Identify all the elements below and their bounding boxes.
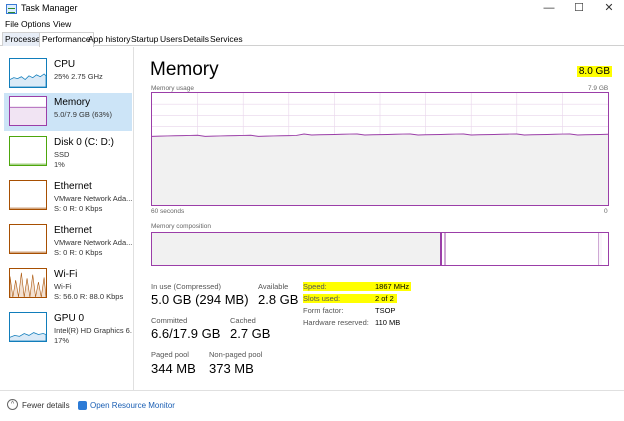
menu-view[interactable]: View xyxy=(53,19,71,29)
sidebar-item-detail: VMware Network Ada... xyxy=(54,238,132,247)
cached-label: Cached xyxy=(230,316,256,325)
tab-app-history[interactable]: App history xyxy=(86,33,133,46)
speed-label: Speed: xyxy=(303,282,375,291)
sidebar-item-ethernet-2[interactable]: Ethernet VMware Network Ada... S: 0 R: 0… xyxy=(4,221,132,259)
window-title: Task Manager xyxy=(21,3,78,13)
in-use-value: 5.0 GB (294 MB) xyxy=(151,292,249,307)
menu-bar: File Options View xyxy=(0,18,624,32)
hardware-reserved-value: 110 MB xyxy=(375,318,401,327)
time-axis-end: 0 xyxy=(604,208,608,215)
paged-pool-value: 344 MB xyxy=(151,361,196,376)
form-factor-value: TSOP xyxy=(375,306,396,315)
wifi-thumbnail-graph xyxy=(9,268,47,298)
composition-in-use xyxy=(152,233,442,265)
resource-list: CPU 25% 2.75 GHz Memory 5.0/7.9 GB (63%)… xyxy=(0,47,134,390)
non-paged-pool-value: 373 MB xyxy=(209,361,254,376)
tab-details[interactable]: Details xyxy=(181,33,211,46)
sidebar-item-detail: 1% xyxy=(54,160,65,169)
available-value: 2.8 GB xyxy=(258,292,299,307)
paged-pool-label: Paged pool xyxy=(151,350,189,359)
sidebar-item-label: Memory xyxy=(54,97,91,108)
minimize-button[interactable]: — xyxy=(534,0,564,18)
sidebar-item-label: CPU xyxy=(54,59,76,70)
sidebar-item-label: Ethernet xyxy=(54,225,92,236)
ethernet-thumbnail-graph xyxy=(9,224,47,254)
menu-file[interactable]: File xyxy=(5,19,19,29)
time-axis-start: 60 seconds xyxy=(151,208,185,215)
sidebar-item-detail: 25% 2.75 GHz xyxy=(54,72,103,81)
tab-startup[interactable]: Startup xyxy=(129,33,160,46)
sidebar-item-detail: S: 0 R: 0 Kbps xyxy=(54,248,103,257)
memory-thumbnail-graph xyxy=(9,96,47,126)
non-paged-pool-label: Non-paged pool xyxy=(209,350,263,359)
sidebar-item-detail: SSD xyxy=(54,150,70,159)
tab-bar: Processes Performance App history Startu… xyxy=(0,32,624,47)
tab-services[interactable]: Services xyxy=(208,33,245,46)
slots-used-value: 2 of 2 xyxy=(375,294,397,303)
page-title: Memory xyxy=(150,59,219,80)
sidebar-item-wifi[interactable]: Wi-Fi Wi-Fi S: 56.0 R: 88.0 Kbps xyxy=(4,265,132,303)
memory-composition-label: Memory composition xyxy=(151,223,211,230)
available-label: Available xyxy=(258,282,289,291)
slots-used-label: Slots used: xyxy=(303,294,375,303)
cached-value: 2.7 GB xyxy=(230,326,271,341)
gpu-thumbnail-graph xyxy=(9,312,47,342)
menu-options[interactable]: Options xyxy=(21,19,50,29)
sidebar-item-detail: 17% xyxy=(54,336,70,345)
memory-usage-area xyxy=(152,133,608,205)
hardware-reserved-label: Hardware reserved: xyxy=(303,318,369,327)
memory-usage-label: Memory usage xyxy=(151,85,194,92)
disk-thumbnail-graph xyxy=(9,136,47,166)
sidebar-item-label: Wi-Fi xyxy=(54,269,78,280)
in-use-label: In use (Compressed) xyxy=(151,282,222,291)
memory-usage-max: 7.9 GB xyxy=(588,85,609,92)
committed-label: Committed xyxy=(151,316,188,325)
title-bar: Task Manager — ☐ ✕ xyxy=(0,0,624,18)
maximize-button[interactable]: ☐ xyxy=(564,0,594,18)
sidebar-item-gpu[interactable]: GPU 0 Intel(R) HD Graphics 6... 17% xyxy=(4,309,132,347)
sidebar-item-detail: 5.0/7.9 GB (63%) xyxy=(54,110,112,119)
ethernet-thumbnail-graph xyxy=(9,180,47,210)
composition-modified xyxy=(444,233,446,265)
sidebar-item-detail: S: 56.0 R: 88.0 Kbps xyxy=(54,292,124,301)
sidebar-item-ethernet-1[interactable]: Ethernet VMware Network Ada... S: 0 R: 0… xyxy=(4,177,132,215)
sidebar-item-detail: VMware Network Ada... xyxy=(54,194,132,203)
sidebar-item-cpu[interactable]: CPU 25% 2.75 GHz xyxy=(4,55,132,93)
composition-free xyxy=(598,233,602,265)
memory-composition-bar xyxy=(151,232,609,266)
cpu-thumbnail-graph xyxy=(9,58,47,88)
speed-value: 1867 MHz xyxy=(375,282,411,291)
open-resource-monitor-link[interactable]: Open Resource Monitor xyxy=(90,401,175,410)
sidebar-item-disk[interactable]: Disk 0 (C: D:) SSD 1% xyxy=(4,133,132,171)
fewer-details-button[interactable]: Fewer details xyxy=(22,401,70,410)
sidebar-item-label: Ethernet xyxy=(54,181,92,192)
sidebar-item-label: GPU 0 xyxy=(54,313,85,324)
memory-usage-graph xyxy=(151,92,609,206)
sidebar-item-detail: Intel(R) HD Graphics 6... xyxy=(54,326,132,335)
sidebar-item-memory[interactable]: Memory 5.0/7.9 GB (63%) xyxy=(4,93,132,131)
resource-monitor-icon[interactable] xyxy=(78,401,87,410)
close-button[interactable]: ✕ xyxy=(594,0,624,18)
form-factor-label: Form factor: xyxy=(303,306,344,315)
task-manager-icon xyxy=(6,4,17,14)
total-memory: 8.0 GB xyxy=(576,66,612,77)
footer-bar: ^ Fewer details Open Resource Monitor xyxy=(0,390,624,421)
sidebar-item-detail: Wi-Fi xyxy=(54,282,72,291)
sidebar-item-label: Disk 0 (C: D:) xyxy=(54,137,114,148)
committed-value: 6.6/17.9 GB xyxy=(151,326,221,341)
chevron-up-icon[interactable]: ^ xyxy=(7,399,18,410)
sidebar-item-detail: S: 0 R: 0 Kbps xyxy=(54,204,103,213)
